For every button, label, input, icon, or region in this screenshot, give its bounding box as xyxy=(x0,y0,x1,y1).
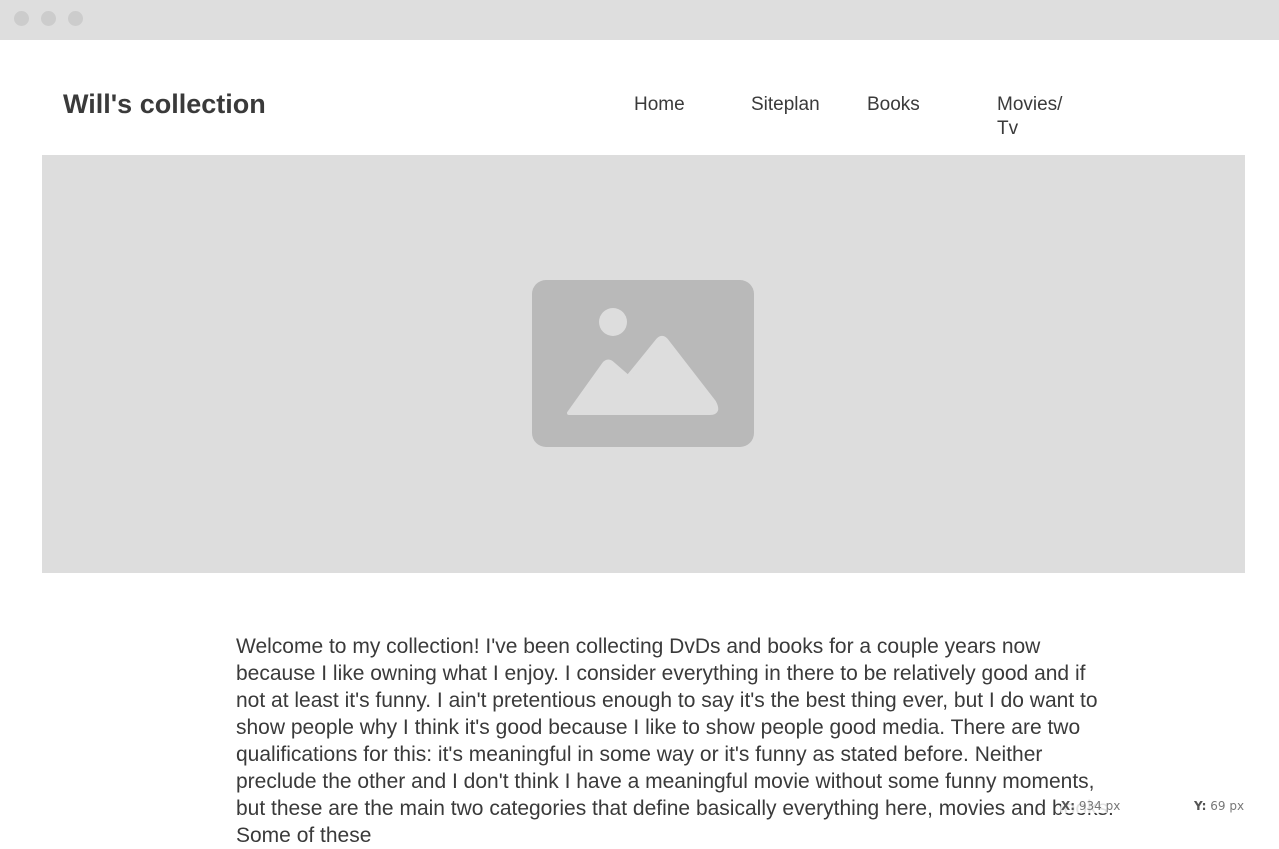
nav-siteplan-link[interactable]: Siteplan xyxy=(751,93,820,117)
site-title: Will's collection xyxy=(63,89,266,119)
window-maximize-button[interactable] xyxy=(68,11,83,26)
window-close-button[interactable] xyxy=(14,11,29,26)
cursor-x-value: 934 px xyxy=(1078,799,1121,813)
image-placeholder-icon xyxy=(532,280,754,447)
window-titlebar xyxy=(0,0,1279,40)
cursor-y-label: Y: xyxy=(1194,799,1207,813)
nav-movies-tv-link[interactable]: Movies/ Tv xyxy=(997,93,1087,141)
cursor-x-readout: X: 934 px xyxy=(1061,799,1121,813)
cursor-x-label: X: xyxy=(1061,799,1076,813)
cursor-y-readout: Y: 69 px xyxy=(1194,799,1245,813)
window-minimize-button[interactable] xyxy=(41,11,56,26)
intro-paragraph: Welcome to my collection! I've been coll… xyxy=(236,635,1114,847)
nav-books-link[interactable]: Books xyxy=(867,93,920,117)
hero-image xyxy=(42,155,1245,573)
nav-home-link[interactable]: Home xyxy=(634,93,685,117)
cursor-y-value: 69 px xyxy=(1210,799,1245,813)
